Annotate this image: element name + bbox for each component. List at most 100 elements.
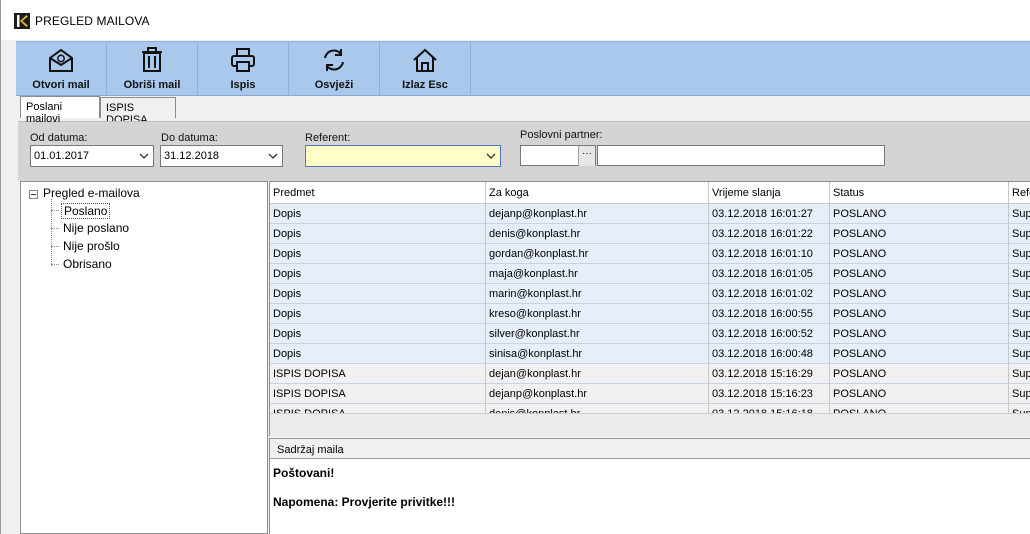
tab-sadrzaj-maila[interactable]: Sadržaj maila: [270, 439, 1030, 459]
cell-status: POSLANO: [830, 224, 1009, 244]
cell-referent: Sup: [1009, 324, 1030, 344]
tab-sadrzaj-maila-label: Sadržaj maila: [277, 444, 344, 456]
cell-za-koga: dejanp@konplast.hr: [486, 204, 709, 224]
tree-item-poslano[interactable]: Poslano: [61, 203, 111, 219]
od-datuma-label: Od datuma:: [30, 132, 88, 144]
tree-connector: [51, 228, 59, 229]
grid-body: Predmet Za koga Vrijeme slanja Status Re…: [270, 182, 1030, 413]
exit-label: Izlaz Esc: [402, 79, 448, 91]
do-datuma-label: Do datuma:: [161, 132, 218, 144]
cell-status: POSLANO: [830, 304, 1009, 324]
tree-item-nije-poslano[interactable]: Nije poslano: [61, 221, 131, 235]
cell-predmet: ISPIS DOPISA: [270, 404, 486, 413]
cell-za-koga: maja@konplast.hr: [486, 264, 709, 284]
tab-ispis-dopisa[interactable]: ISPIS DOPISA: [100, 97, 176, 126]
mail-grid: Predmet Za koga Vrijeme slanja Status Re…: [269, 181, 1030, 436]
cell-referent: Sup: [1009, 244, 1030, 264]
print-button[interactable]: Ispis: [198, 42, 289, 96]
cell-vrijeme-slanja: 03.12.2018 16:00:48: [709, 344, 830, 364]
od-datuma-value: 01.01.2017: [34, 150, 90, 162]
referent-select[interactable]: [305, 145, 501, 167]
tree-connector: [51, 246, 59, 247]
open-mail-button[interactable]: Otvori mail: [16, 42, 107, 96]
tree-collapse-icon[interactable]: [29, 190, 38, 199]
tree-root-item[interactable]: Pregled e-mailova: [43, 186, 140, 200]
tree-connector: [51, 210, 59, 211]
chevron-down-icon[interactable]: [267, 149, 279, 163]
poslovni-partner-code-input[interactable]: ···: [520, 145, 596, 166]
cell-za-koga: marin@konplast.hr: [486, 284, 709, 304]
od-datuma-picker[interactable]: 01.01.2017: [30, 145, 154, 167]
exit-button[interactable]: Izlaz Esc: [380, 42, 471, 96]
delete-mail-button[interactable]: Obriši mail: [107, 42, 198, 96]
cell-za-koga: kreso@konplast.hr: [486, 304, 709, 324]
tree-item-obrisano[interactable]: Obrisano: [61, 257, 114, 271]
cell-status: POSLANO: [830, 404, 1009, 413]
cell-referent: Sup: [1009, 264, 1030, 284]
cell-vrijeme-slanja: 03.12.2018 16:00:55: [709, 304, 830, 324]
column-header-vrijeme-slanja[interactable]: Vrijeme slanja: [709, 182, 830, 204]
referent-label: Referent:: [305, 132, 351, 144]
tab-poslani-mailovi[interactable]: Poslani mailovi: [20, 96, 100, 125]
cell-vrijeme-slanja: 03.12.2018 16:01:05: [709, 264, 830, 284]
column-header-za-koga[interactable]: Za koga: [486, 182, 709, 204]
cell-predmet: Dopis: [270, 244, 486, 264]
table-row[interactable]: Dopis marin@konplast.hr 03.12.2018 16:01:0…: [270, 284, 1030, 304]
cell-status: POSLANO: [830, 204, 1009, 224]
cell-referent: Sup: [1009, 284, 1030, 304]
cell-za-koga: sinisa@konplast.hr: [486, 344, 709, 364]
cell-za-koga: dejanp@konplast.hr: [486, 384, 709, 404]
do-datuma-picker[interactable]: 31.12.2018: [160, 145, 283, 167]
table-row[interactable]: Dopis kreso@konplast.hr 03.12.2018 16:00:5…: [270, 304, 1030, 324]
cell-predmet: Dopis: [270, 344, 486, 364]
chevron-down-icon[interactable]: [138, 149, 150, 163]
column-header-predmet[interactable]: Predmet: [270, 182, 486, 204]
open-mail-icon: [47, 47, 75, 73]
main-window: PREGLED MAILOVA Otvori mail Obriši mail …: [0, 0, 1030, 534]
column-header-referent[interactable]: Refe: [1009, 182, 1030, 204]
mail-content-panel: Sadržaj maila Poštovani! Napomena: Provj…: [269, 438, 1030, 534]
cell-referent: Sup: [1009, 304, 1030, 324]
toolbar: Otvori mail Obriši mail Ispis Osvježi Iz…: [16, 41, 1030, 96]
refresh-button[interactable]: Osvježi: [289, 42, 380, 96]
cell-za-koga: dejan@konplast.hr: [486, 364, 709, 384]
cell-status: POSLANO: [830, 264, 1009, 284]
table-row[interactable]: Dopis dejanp@konplast.hr 03.12.2018 16:01:…: [270, 204, 1030, 224]
cell-referent: Sup: [1009, 384, 1030, 404]
grid-horizontal-scrollbar[interactable]: [270, 413, 1030, 436]
cell-predmet: Dopis: [270, 284, 486, 304]
cell-referent: Sup: [1009, 344, 1030, 364]
cell-predmet: ISPIS DOPISA: [270, 384, 486, 404]
do-datuma-value: 31.12.2018: [164, 150, 220, 162]
table-row[interactable]: ISPIS DOPISA dejanp@konplast.hr 03.12.2018…: [270, 384, 1030, 404]
cell-vrijeme-slanja: 03.12.2018 16:01:27: [709, 204, 830, 224]
cell-status: POSLANO: [830, 244, 1009, 264]
cell-status: POSLANO: [830, 384, 1009, 404]
cell-za-koga: silver@konplast.hr: [486, 324, 709, 344]
refresh-icon: [321, 47, 347, 73]
mail-tree: Pregled e-mailova Poslano Nije poslano N…: [20, 181, 268, 534]
chevron-down-icon[interactable]: [485, 149, 497, 163]
table-row[interactable]: Dopis sinisa@konplast.hr 03.12.2018 16:00:…: [270, 344, 1030, 364]
poslovni-partner-name-input[interactable]: [597, 145, 885, 166]
table-row[interactable]: ISPIS DOPISA dejan@konplast.hr 03.12.2018 …: [270, 364, 1030, 384]
mail-greeting: Poštovani!: [273, 466, 335, 480]
title-bar: PREGLED MAILOVA: [1, 0, 1030, 40]
cell-vrijeme-slanja: 03.12.2018 16:01:10: [709, 244, 830, 264]
cell-status: POSLANO: [830, 344, 1009, 364]
tree-item-nije-proslo[interactable]: Nije prošlo: [61, 239, 122, 253]
cell-status: POSLANO: [830, 324, 1009, 344]
lookup-button[interactable]: ···: [578, 146, 595, 166]
table-row[interactable]: Dopis silver@konplast.hr 03.12.2018 16:00:…: [270, 324, 1030, 344]
table-row[interactable]: ISPIS DOPISAdenis@konplast.hr03.12.2018 …: [270, 404, 1030, 413]
column-header-status[interactable]: Status: [830, 182, 1009, 204]
tab-strip: Poslani mailovi ISPIS DOPISA: [16, 96, 1030, 126]
cell-predmet: Dopis: [270, 264, 486, 284]
table-row[interactable]: Dopis gordan@konplast.hr 03.12.2018 16:01:…: [270, 244, 1030, 264]
cell-vrijeme-slanja: 03.12.2018 15:16:23: [709, 384, 830, 404]
table-row[interactable]: Dopis maja@konplast.hr 03.12.2018 16:01:05…: [270, 264, 1030, 284]
cell-referent: Sup: [1009, 364, 1030, 384]
table-row[interactable]: Dopis denis@konplast.hr 03.12.2018 16:01:2…: [270, 224, 1030, 244]
open-mail-label: Otvori mail: [32, 79, 90, 91]
mail-note: Napomena: Provjerite privitke!!!: [273, 495, 456, 509]
